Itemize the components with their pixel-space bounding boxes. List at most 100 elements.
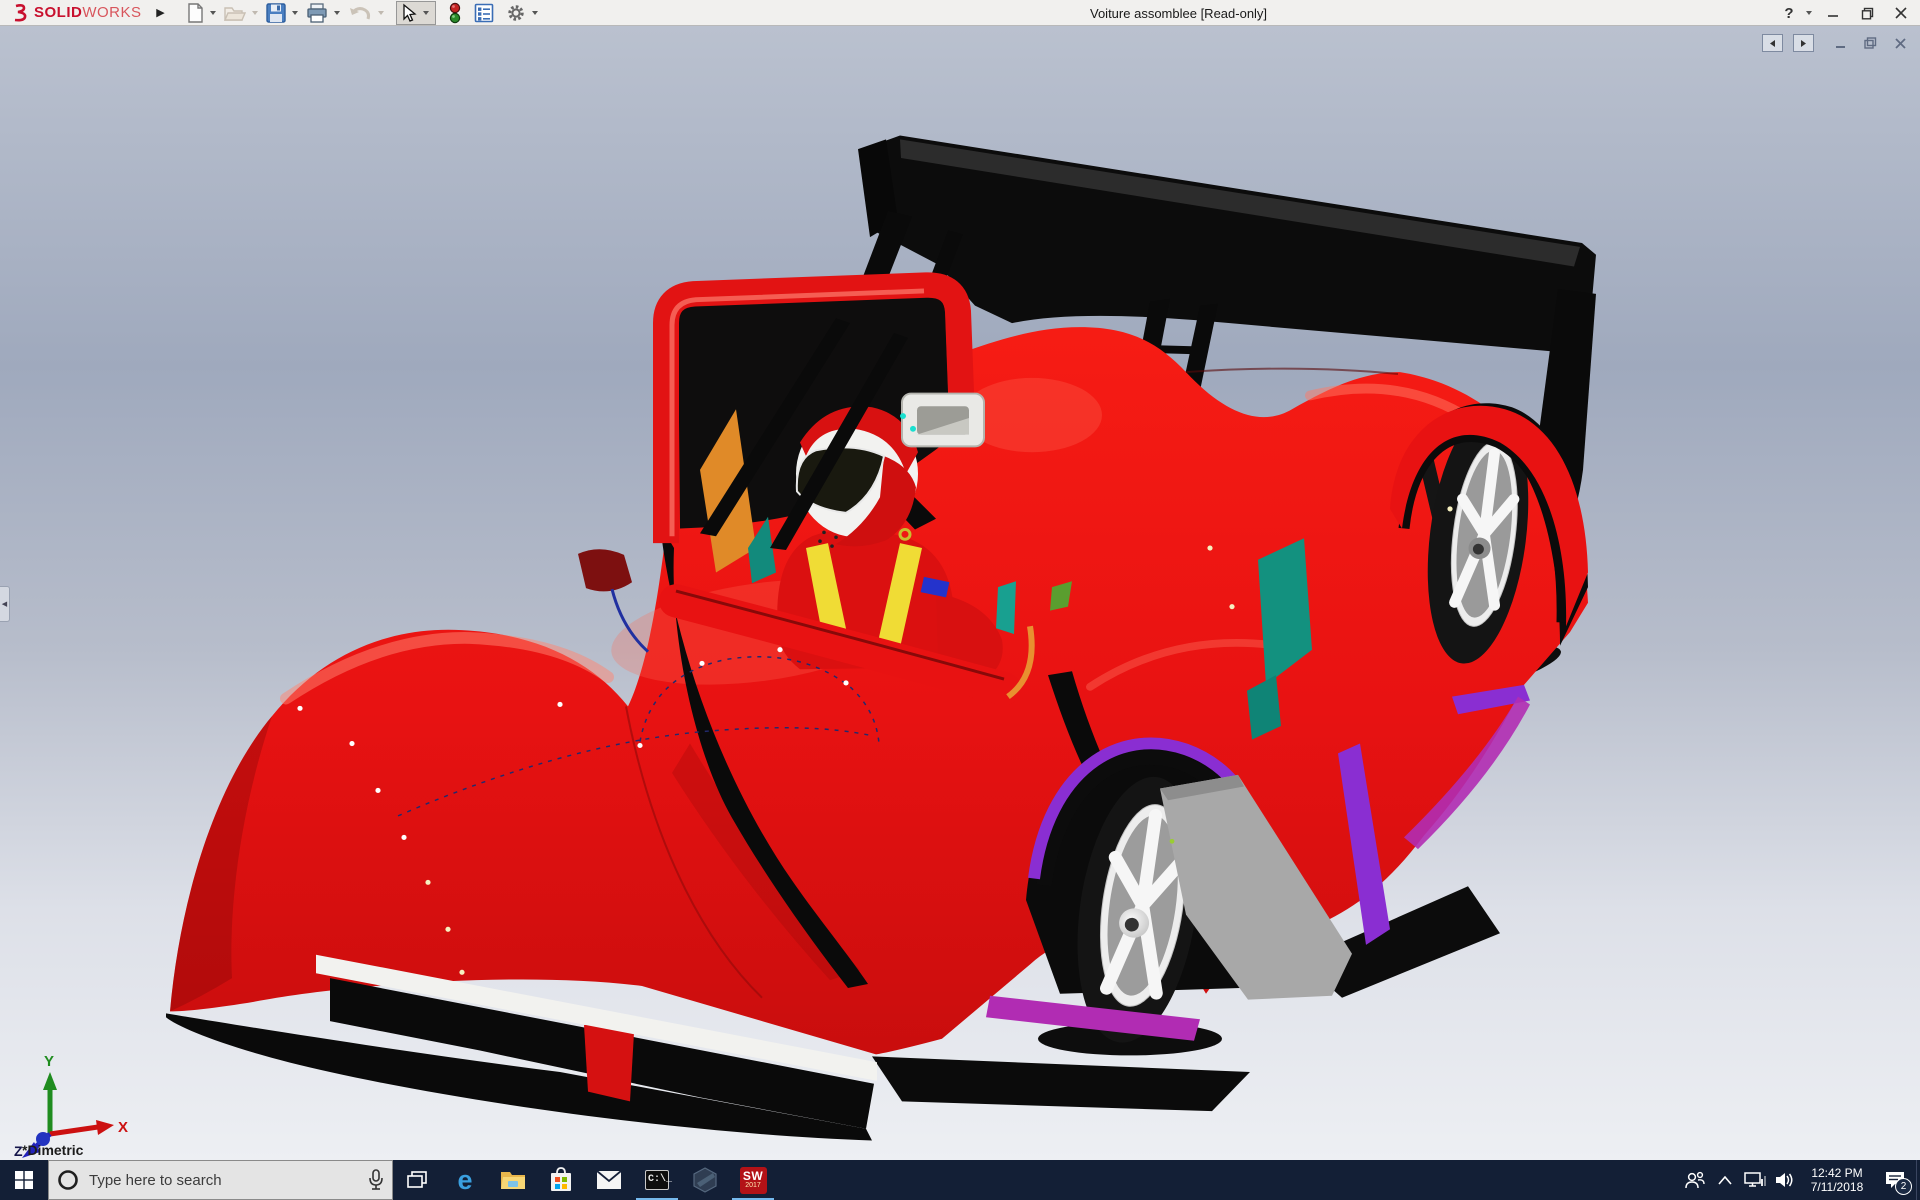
- next-window-button[interactable]: [1793, 34, 1814, 52]
- select-cursor-icon: [402, 3, 417, 22]
- printer-icon: [306, 2, 327, 23]
- solidworks-logo: SOLID WORKS: [0, 0, 152, 26]
- command-prompt-icon: C:\_: [645, 1170, 672, 1190]
- tray-time: 12:42 PM: [1811, 1166, 1863, 1180]
- search-input[interactable]: [89, 1171, 358, 1189]
- system-tray: 12:42 PM 7/11/2018 2: [1680, 1160, 1920, 1200]
- close-icon: [1894, 37, 1906, 49]
- appearance-button[interactable]: [446, 1, 464, 25]
- open-document-button[interactable]: [222, 1, 248, 25]
- network-button[interactable]: [1740, 1160, 1770, 1200]
- restore-icon: [1863, 37, 1876, 49]
- taskbar-icon-hexagon-app[interactable]: [681, 1160, 729, 1200]
- view-orientation-label: *Dimetric: [22, 1142, 84, 1158]
- taskbar-icon-edge[interactable]: e: [441, 1160, 489, 1200]
- taskbar-search[interactable]: [48, 1160, 393, 1200]
- chevron-up-icon: [1718, 1175, 1732, 1185]
- document-window-controls: [1762, 34, 1910, 52]
- taskbar-icon-command-prompt[interactable]: C:\_: [633, 1160, 681, 1200]
- taskbar-icon-file-explorer[interactable]: [489, 1160, 537, 1200]
- people-button[interactable]: [1680, 1160, 1710, 1200]
- taskbar-icon-mail[interactable]: [585, 1160, 633, 1200]
- feature-panel-collapse-tab[interactable]: ◀: [0, 586, 10, 622]
- coordinate-triad: Y X Z: [14, 1053, 128, 1158]
- undo-caret: [377, 10, 384, 15]
- windows-taskbar: e C:\_: [0, 1160, 1920, 1200]
- graphics-viewport[interactable]: ◀ Y X Z *Dimetric: [0, 26, 1920, 1160]
- show-desktop-button[interactable]: [1916, 1160, 1920, 1200]
- minimize-icon: [1835, 45, 1845, 48]
- speaker-icon: [1776, 1173, 1793, 1187]
- previous-window-button[interactable]: [1762, 34, 1783, 52]
- store-icon: [551, 1167, 571, 1191]
- x-axis-arrow: [96, 1120, 114, 1135]
- menu-expand-button[interactable]: ▶: [152, 2, 170, 24]
- restore-icon: [1861, 7, 1873, 19]
- rearview-mirror: [901, 392, 985, 448]
- undo-arrow-icon: [349, 6, 370, 19]
- sw-year: 2017: [745, 1182, 761, 1189]
- tray-expand-button[interactable]: [1710, 1160, 1740, 1200]
- open-folder-icon: [223, 6, 246, 21]
- action-center-button[interactable]: 2: [1874, 1160, 1916, 1200]
- display-settings-button[interactable]: [472, 1, 496, 25]
- open-document-caret: [251, 10, 258, 15]
- taskbar-icon-solidworks[interactable]: SW 2017: [729, 1160, 777, 1200]
- solidworks-2017-icon: SW 2017: [739, 1166, 767, 1194]
- options-caret[interactable]: [531, 10, 538, 15]
- y-axis-label: Y: [44, 1053, 54, 1070]
- save-floppy-icon: [265, 2, 286, 23]
- y-axis-arrow: [43, 1072, 57, 1090]
- task-view-icon: [407, 1171, 427, 1188]
- gear-icon: [507, 4, 524, 21]
- doc-close-button[interactable]: [1890, 34, 1910, 52]
- doc-minimize-button[interactable]: [1830, 34, 1850, 52]
- tray-date: 7/11/2018: [1810, 1180, 1864, 1194]
- ds-logo-icon: [14, 3, 27, 21]
- people-icon: [1685, 1171, 1705, 1189]
- cortana-icon: [58, 1170, 78, 1190]
- restore-button[interactable]: [1854, 2, 1880, 24]
- select-tool-caret[interactable]: [422, 10, 429, 15]
- car-assembly-model: [166, 135, 1596, 1141]
- new-document-icon: [187, 2, 203, 23]
- doc-restore-button[interactable]: [1860, 34, 1880, 52]
- hexagon-app-icon: [693, 1167, 717, 1193]
- minimize-button[interactable]: [1820, 2, 1846, 24]
- taskbar-icon-store[interactable]: [537, 1160, 585, 1200]
- file-explorer-icon: [501, 1172, 525, 1189]
- new-document-caret[interactable]: [209, 10, 216, 15]
- logo-text-solid: SOLID: [34, 4, 83, 21]
- appearance-spheres-icon: [449, 2, 460, 23]
- print-caret[interactable]: [333, 10, 340, 15]
- start-button[interactable]: [0, 1160, 48, 1200]
- mail-icon: [596, 1170, 622, 1189]
- titlebar: SOLID WORKS ▶ Voiture assomblee [Read-on…: [0, 0, 1920, 26]
- help-button[interactable]: ?: [1776, 2, 1802, 24]
- task-view-button[interactable]: [393, 1160, 441, 1200]
- edge-icon: e: [457, 1164, 473, 1195]
- arrow-right-icon: [1801, 39, 1806, 47]
- close-button[interactable]: [1888, 2, 1914, 24]
- minimize-icon: [1828, 15, 1838, 17]
- window-title: Voiture assomblee [Read-only]: [1090, 5, 1268, 21]
- select-tool-button[interactable]: [395, 0, 436, 25]
- tray-clock[interactable]: 12:42 PM 7/11/2018: [1800, 1166, 1874, 1194]
- volume-button[interactable]: [1770, 1160, 1800, 1200]
- main-toolbar: [184, 0, 542, 26]
- help-caret[interactable]: [1806, 11, 1812, 15]
- options-button[interactable]: [504, 1, 528, 25]
- save-button[interactable]: [264, 1, 288, 25]
- window-controls: ?: [1776, 0, 1914, 26]
- display-settings-icon: [474, 3, 493, 22]
- microphone-icon[interactable]: [368, 1169, 384, 1191]
- intake-divider: [584, 1023, 634, 1102]
- new-document-button[interactable]: [184, 1, 206, 25]
- notification-badge: 2: [1895, 1178, 1912, 1195]
- windows-logo-icon: [15, 1171, 33, 1189]
- x-axis-label: X: [118, 1119, 128, 1136]
- arrow-left-icon: [1770, 39, 1775, 47]
- print-button[interactable]: [304, 1, 330, 25]
- logo-text-works: WORKS: [82, 4, 142, 21]
- save-caret[interactable]: [291, 10, 298, 15]
